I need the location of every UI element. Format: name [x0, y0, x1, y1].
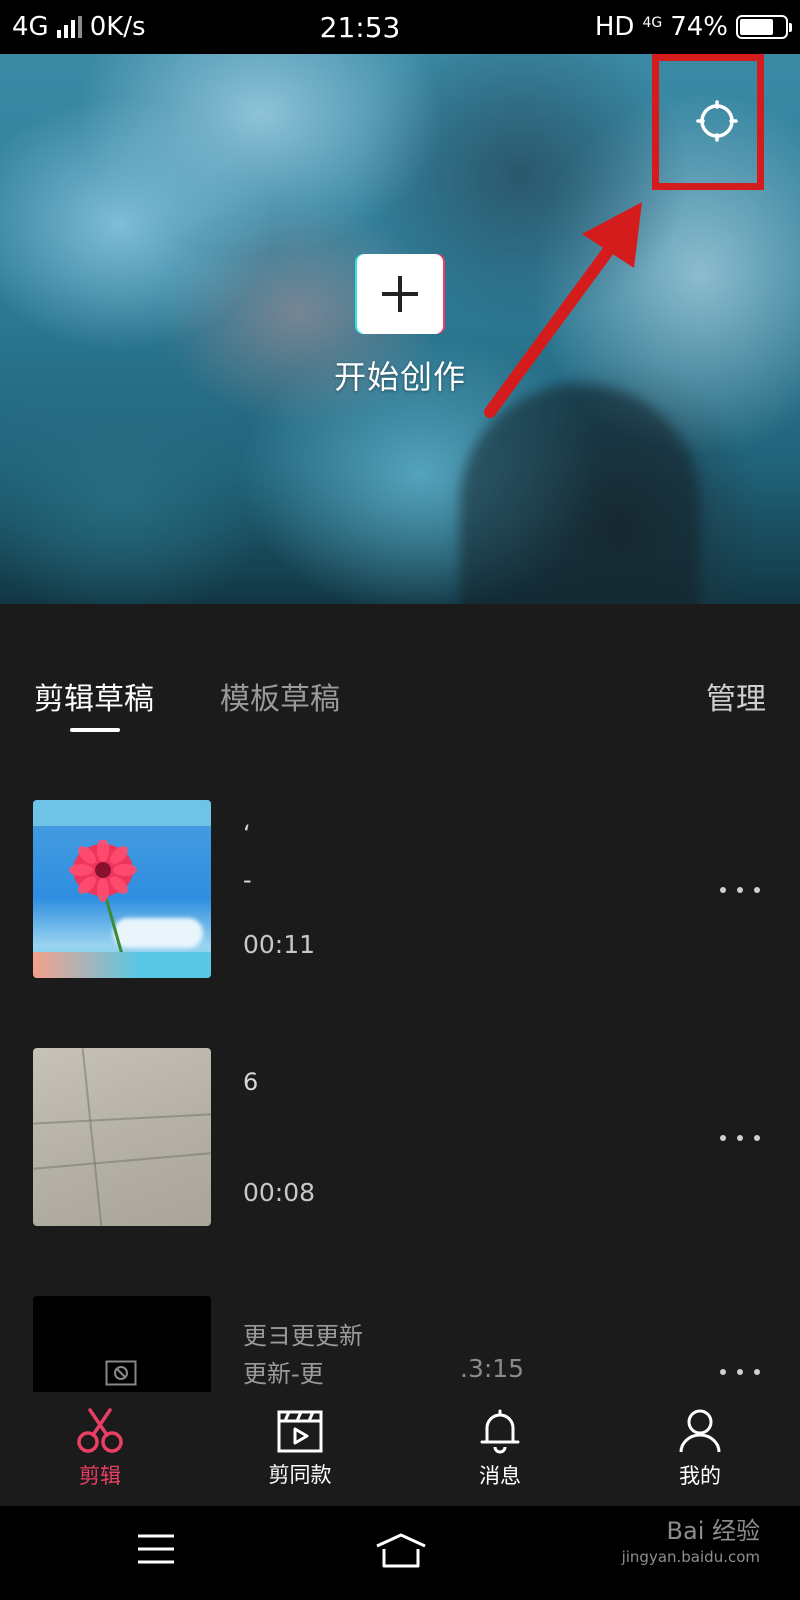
- battery-fill: [740, 19, 773, 35]
- network-speed: 0K/s: [89, 12, 146, 42]
- battery-percent: 74%: [670, 12, 728, 42]
- video-placeholder-icon: [105, 1360, 137, 1386]
- watermark: Bai 经验 jingyan.baidu.com: [622, 1518, 760, 1570]
- draft-title: ‘: [243, 820, 251, 848]
- tile-line: [33, 1113, 211, 1125]
- signal-icon: [56, 16, 82, 38]
- watermark-brand: Bai 经验: [666, 1517, 760, 1545]
- draft-title: 6: [243, 1068, 259, 1096]
- nav-messages[interactable]: 消息: [400, 1392, 600, 1506]
- network-type: 4G: [12, 12, 49, 42]
- nav-edit[interactable]: 剪辑: [0, 1392, 200, 1506]
- draft-thumbnail[interactable]: [33, 1296, 211, 1392]
- status-bar: 4G 0K/s 21:53 HD 4G 74%: [0, 0, 800, 54]
- thumbnail-band-bottom: [33, 952, 211, 978]
- hero-banner: 开始创作: [0, 54, 800, 604]
- nav-profile[interactable]: 我的: [600, 1392, 800, 1506]
- battery-icon: [736, 15, 792, 39]
- tab-active-indicator: [70, 728, 120, 732]
- draft-item[interactable]: 更ヨ更更新 更新-更 .3:15: [0, 1250, 800, 1392]
- draft-list: ‘ - 00:11 6 00:08 更ヨ更更新 更新-更 .3:15: [0, 754, 800, 1392]
- create-button-face: [357, 254, 443, 334]
- more-options-button[interactable]: [720, 880, 760, 900]
- draft-duration: 00:08: [243, 1178, 316, 1207]
- bottom-nav: 剪辑 剪同款 消息 我的: [0, 1392, 800, 1506]
- hero-silhouette: [460, 384, 700, 604]
- tile-line: [81, 1048, 103, 1226]
- annotation-highlight-box: [652, 54, 764, 190]
- clapperboard-icon: [277, 1410, 323, 1453]
- status-time: 21:53: [319, 10, 401, 44]
- create-label[interactable]: 开始创作: [0, 352, 800, 398]
- more-options-button[interactable]: [720, 1128, 760, 1148]
- bell-icon: [480, 1409, 520, 1454]
- flower-image: [69, 840, 137, 959]
- create-button[interactable]: [355, 254, 445, 334]
- draft-title: 更ヨ更更新: [243, 1322, 363, 1350]
- draft-thumbnail[interactable]: [33, 1048, 211, 1226]
- person-icon: [679, 1409, 721, 1453]
- status-right: HD 4G 74%: [488, 12, 792, 42]
- tile-line: [33, 1152, 211, 1170]
- system-menu-button[interactable]: [136, 1532, 176, 1570]
- home-icon: [376, 1533, 426, 1568]
- system-home-button[interactable]: [374, 1532, 428, 1574]
- draft-tabs: 剪辑草稿 模板草稿 管理: [0, 604, 800, 754]
- watermark-url: jingyan.baidu.com: [621, 1548, 760, 1566]
- draft-thumbnail[interactable]: [33, 800, 211, 978]
- nav-template-label: 剪同款: [268, 1463, 332, 1487]
- thumbnail-band-top: [33, 800, 211, 826]
- more-options-button[interactable]: [720, 1362, 760, 1382]
- nav-edit-label: 剪辑: [79, 1464, 121, 1488]
- tab-template-drafts[interactable]: 模板草稿: [220, 674, 340, 718]
- scissors-icon: [77, 1408, 123, 1453]
- network-small: 4G: [642, 15, 663, 31]
- draft-subtitle: -: [243, 866, 252, 894]
- nav-profile-label: 我的: [679, 1464, 721, 1488]
- nav-template[interactable]: 剪同款: [200, 1392, 400, 1506]
- draft-duration: .3:15: [460, 1354, 525, 1383]
- tab-edit-drafts[interactable]: 剪辑草稿: [34, 674, 154, 718]
- menu-icon: [138, 1534, 174, 1564]
- manage-button[interactable]: 管理: [706, 674, 766, 718]
- draft-duration: 00:11: [243, 930, 316, 959]
- nav-messages-label: 消息: [479, 1464, 521, 1488]
- draft-item[interactable]: ‘ - 00:11: [0, 754, 800, 978]
- hd-indicator: HD: [594, 12, 635, 42]
- draft-subtitle: 更新-更: [243, 1360, 324, 1388]
- plus-icon: [382, 276, 418, 312]
- draft-item[interactable]: 6 00:08: [0, 1002, 800, 1226]
